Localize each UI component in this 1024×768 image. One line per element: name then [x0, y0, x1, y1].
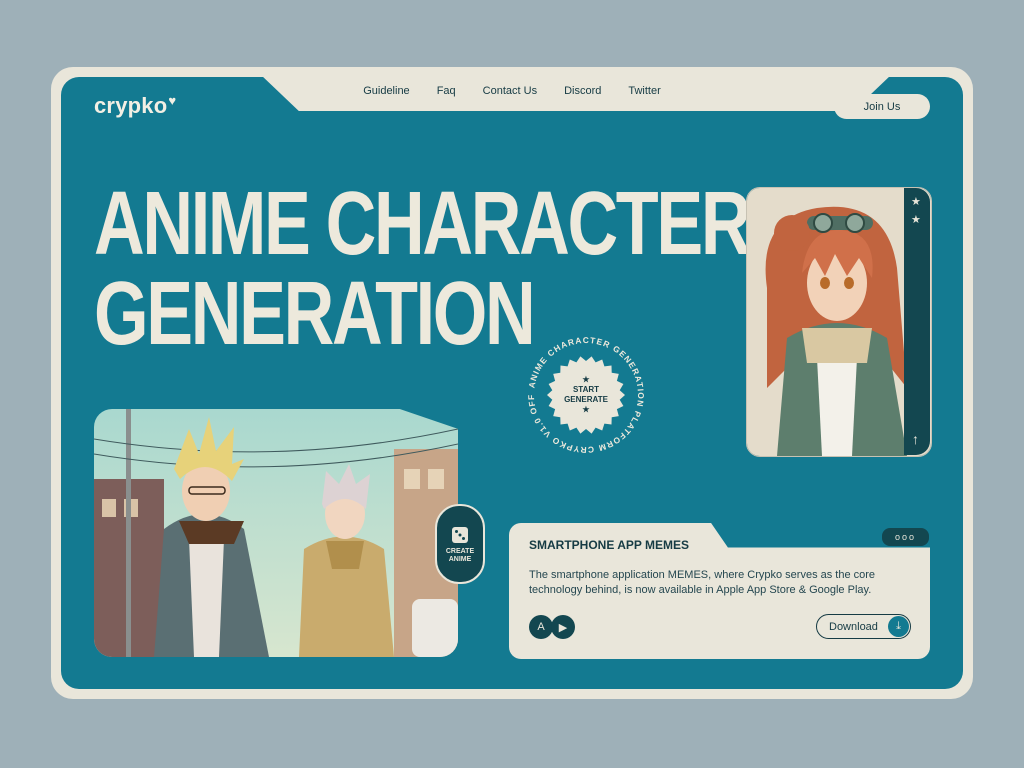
- star-icon: ★: [911, 214, 921, 226]
- download-icon: ⤓: [888, 616, 909, 637]
- start-generate-badge[interactable]: ANIME CHARACTER GENERATION PLATFORM CRYP…: [521, 330, 651, 460]
- download-label: Download: [829, 620, 878, 633]
- anime-duo-illustration: [94, 409, 458, 657]
- create-label-line1: CREATE: [445, 547, 475, 555]
- content-layer: ANIME CHARACTER GENERATION PLATFORM CRYP…: [61, 77, 963, 689]
- app-store-icon[interactable]: A: [529, 615, 553, 639]
- google-play-icon[interactable]: ▶: [551, 615, 575, 639]
- badge-label-start: START: [572, 385, 600, 394]
- dice-icon: [452, 526, 468, 543]
- create-label-line2: ANIME: [448, 555, 472, 563]
- star-icon: ★: [582, 375, 590, 384]
- star-icon: ★: [582, 405, 590, 414]
- download-button[interactable]: Download ⤓: [816, 614, 911, 639]
- card-title: SMARTPHONE APP MEMES: [529, 538, 690, 552]
- star-icon: ★: [911, 196, 921, 208]
- more-options-button[interactable]: ooo: [882, 528, 929, 546]
- create-anime-button[interactable]: CREATE ANIME: [435, 504, 485, 584]
- image-side-strip: ★ ★ ↑: [904, 188, 930, 455]
- badge-label-generate: GENERATE: [564, 395, 608, 404]
- arrow-up-icon[interactable]: ↑: [912, 431, 919, 447]
- card-description: The smartphone application MEMES, where …: [529, 569, 876, 596]
- badge-center: ★ START GENERATE ★: [549, 358, 623, 432]
